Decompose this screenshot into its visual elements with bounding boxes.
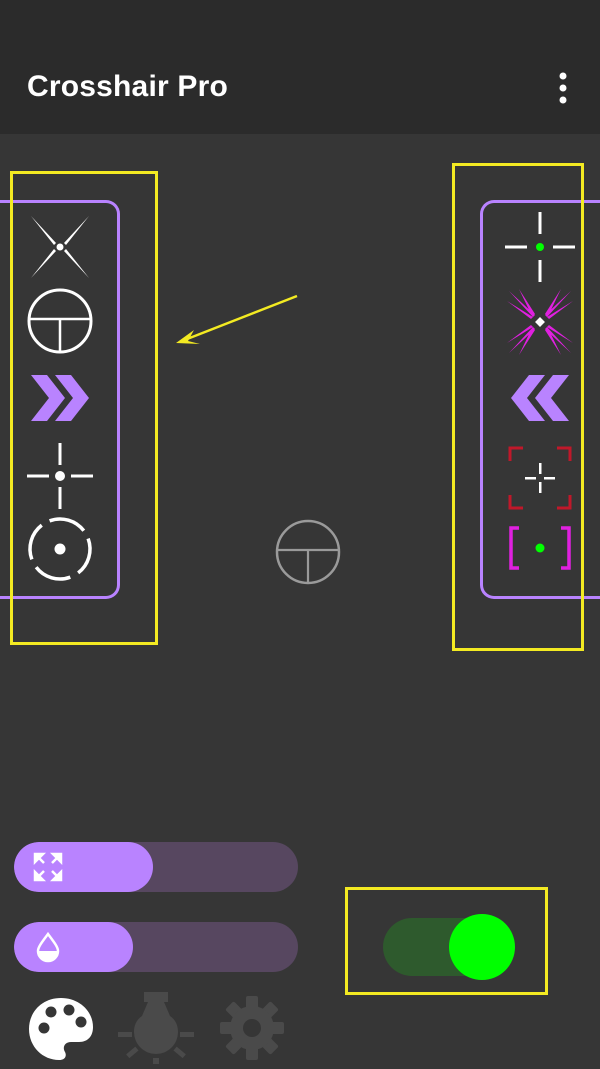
app-title: Crosshair Pro <box>27 70 228 103</box>
size-slider[interactable] <box>14 842 298 892</box>
annotation-arrow-icon <box>170 290 305 350</box>
palette-icon[interactable] <box>25 992 97 1064</box>
opacity-drop-icon <box>32 931 64 963</box>
overlay-toggle[interactable] <box>383 914 519 980</box>
status-bar <box>0 0 600 40</box>
highlight-right-panel <box>452 163 584 651</box>
gear-icon[interactable] <box>216 992 288 1064</box>
opacity-slider[interactable] <box>14 922 298 972</box>
active-crosshair-preview <box>273 518 343 586</box>
toggle-thumb[interactable] <box>449 914 515 980</box>
brightness-icon[interactable] <box>118 992 194 1064</box>
app-bar: Crosshair Pro <box>0 40 600 134</box>
highlight-left-panel <box>10 171 158 645</box>
more-vert-icon[interactable] <box>548 68 578 108</box>
expand-icon <box>32 851 64 883</box>
scope-circle-icon <box>275 519 341 585</box>
